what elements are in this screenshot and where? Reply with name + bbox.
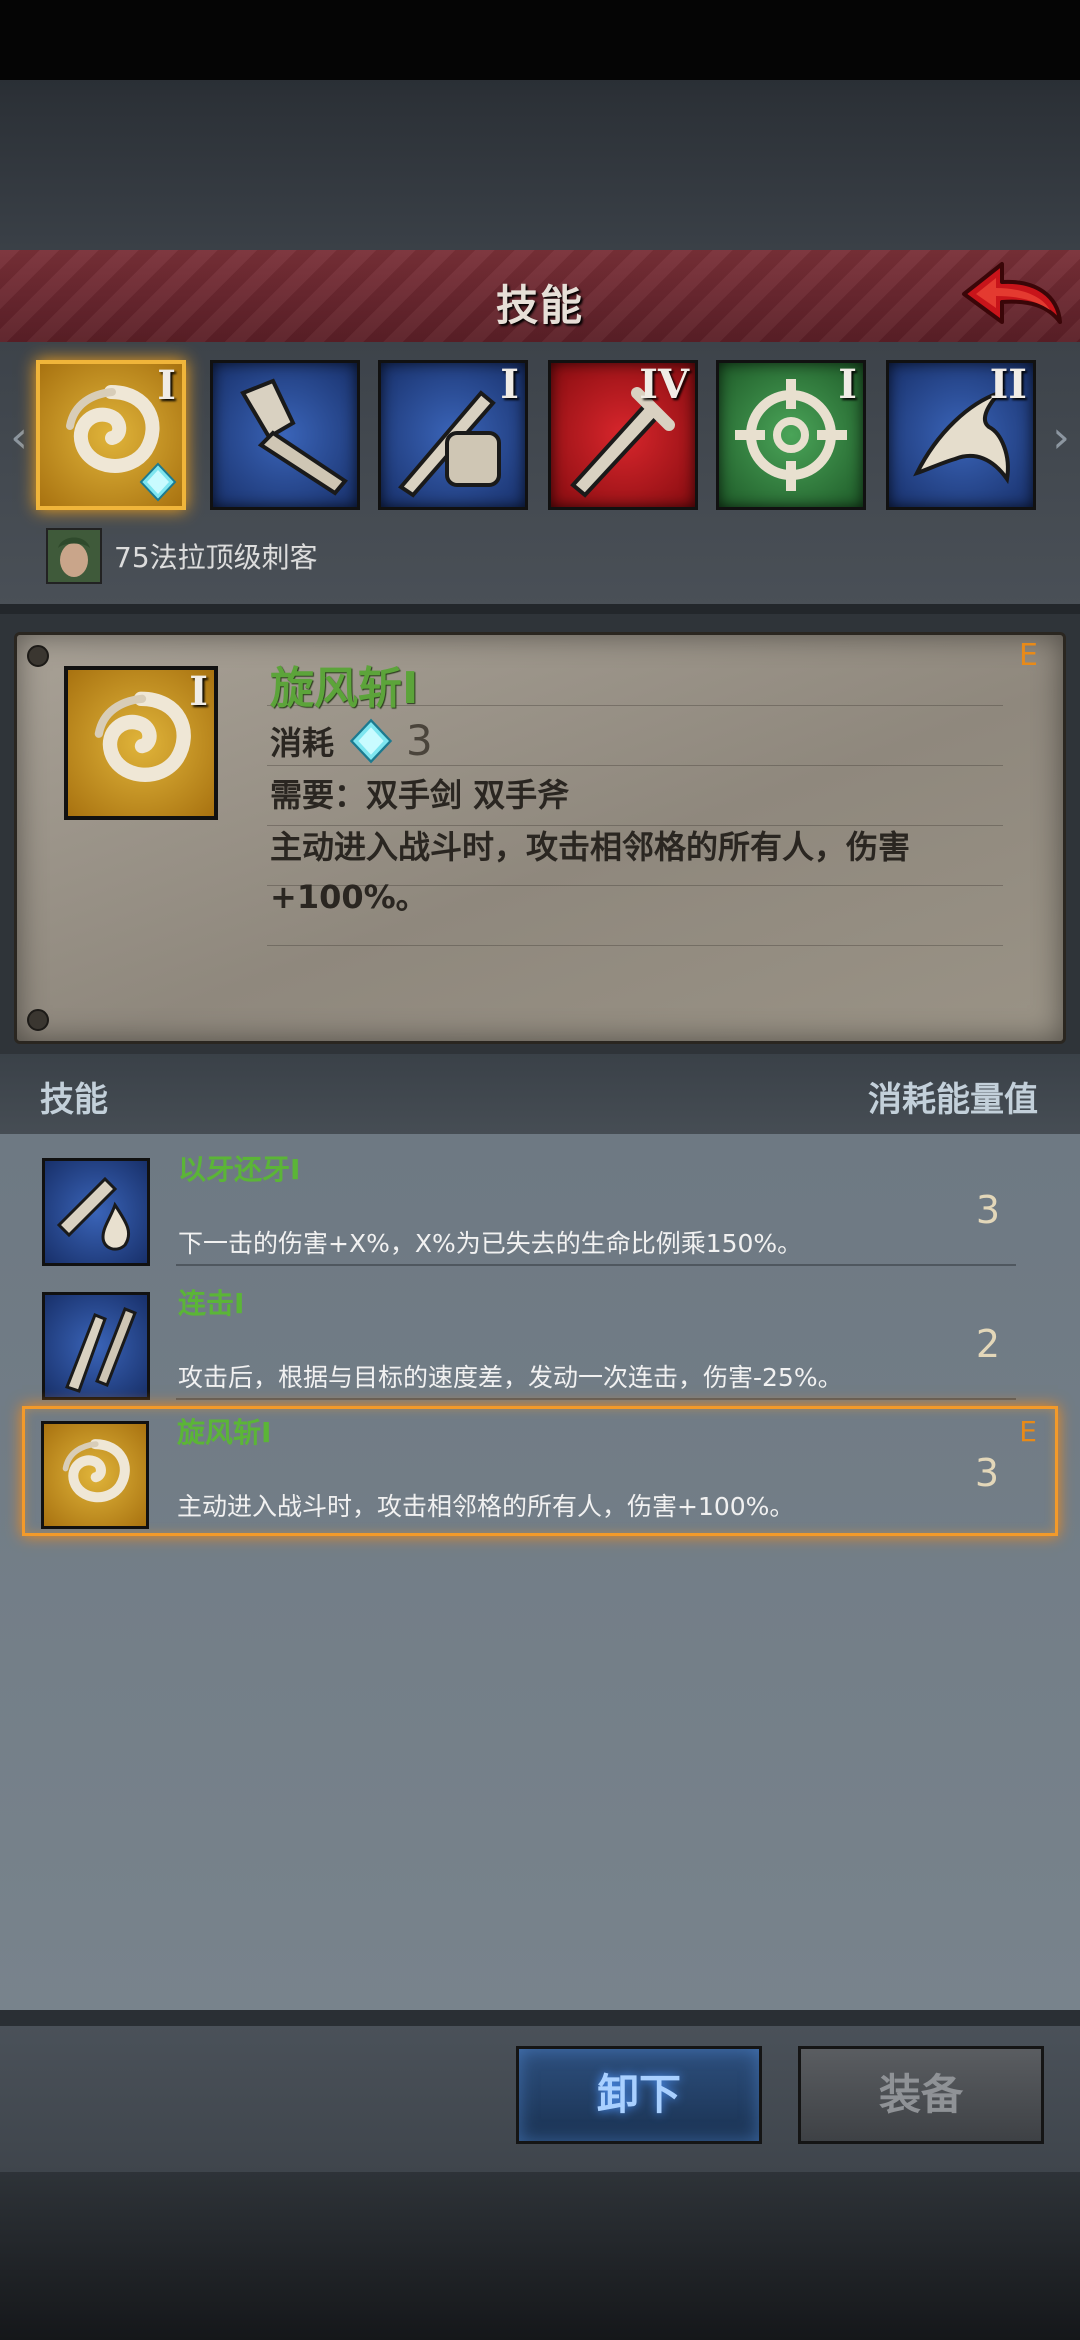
detail-skill-icon: I bbox=[64, 666, 218, 820]
slot-roman-numeral: IV bbox=[639, 361, 689, 408]
skill-owner: 75法拉顶级刺客 bbox=[46, 528, 318, 584]
divider bbox=[0, 2010, 1080, 2026]
top-backdrop bbox=[0, 80, 1080, 250]
status-bar bbox=[0, 0, 1080, 80]
skill-slot-combo[interactable]: I bbox=[378, 360, 528, 510]
list-header-energy: 消耗能量值 bbox=[868, 1080, 1038, 1120]
skill-name: 以牙还牙I bbox=[178, 1153, 301, 1186]
detail-grade-badge: E bbox=[1019, 638, 1038, 673]
whirlwind-icon bbox=[41, 1421, 149, 1529]
row-divider bbox=[176, 1264, 1016, 1266]
slot-roman-numeral: I bbox=[500, 361, 519, 408]
avatar[interactable] bbox=[46, 528, 102, 584]
skill-description: 主动进入战斗时，攻击相邻格的所有人，伤害+100%。 bbox=[177, 1492, 795, 1521]
skill-description: 攻击后，根据与目标的速度差，发动一次连击，伤害-25%。 bbox=[178, 1363, 843, 1392]
slot-roman-numeral: II bbox=[989, 361, 1027, 408]
detail-cost: 消耗 3 bbox=[270, 716, 433, 765]
skill-name: 连击I bbox=[178, 1287, 245, 1320]
skill-list-item-selected[interactable]: 旋风斩I E 主动进入战斗时，攻击相邻格的所有人，伤害+100%。 3 bbox=[22, 1406, 1058, 1536]
rivet-icon bbox=[27, 645, 49, 667]
skill-slot-sword-red[interactable]: IV bbox=[548, 360, 698, 510]
skill-list-item[interactable]: 连击I 攻击后，根据与目标的速度差，发动一次连击，伤害-25%。 2 bbox=[26, 1280, 1056, 1410]
cost-label: 消耗 bbox=[270, 723, 335, 762]
cost-value: 3 bbox=[406, 716, 433, 765]
row-divider bbox=[176, 1398, 1016, 1400]
skill-slot-bird[interactable]: II bbox=[886, 360, 1036, 510]
detail-skill-name: 旋风斩I bbox=[270, 663, 419, 714]
energy-gem-icon bbox=[139, 462, 177, 502]
skill-name: 旋风斩I bbox=[177, 1416, 272, 1449]
equip-button[interactable]: 装备 bbox=[798, 2046, 1044, 2144]
skill-list-header: 技能 消耗能量值 bbox=[0, 1054, 1080, 1134]
bottom-backdrop bbox=[0, 2172, 1080, 2340]
header-bar: 技能 bbox=[0, 250, 1080, 345]
slot-roman-numeral: I bbox=[157, 362, 176, 409]
skill-slot-tooth-for-tooth[interactable] bbox=[210, 360, 360, 510]
skill-cost: 2 bbox=[975, 1322, 1000, 1366]
arm-sword-icon bbox=[240, 378, 348, 496]
skill-description: 下一击的伤害+X%，X%为已失去的生命比例乘150%。 bbox=[178, 1229, 803, 1258]
detail-roman-numeral: I bbox=[189, 668, 208, 715]
divider bbox=[0, 604, 1080, 614]
scroll-left-icon[interactable]: ‹ bbox=[4, 408, 34, 468]
skill-slot-whirlwind[interactable]: I bbox=[36, 360, 186, 510]
detail-requirement: 需要：双手剑 双手斧 bbox=[270, 776, 570, 814]
owner-name: 75法拉顶级刺客 bbox=[114, 541, 318, 574]
page-title: 技能 bbox=[495, 281, 584, 330]
detail-description: 主动进入战斗时，攻击相邻格的所有人，伤害+100%。 bbox=[270, 828, 911, 916]
skill-grade-badge: E bbox=[1019, 1415, 1037, 1448]
skill-cost: 3 bbox=[974, 1451, 999, 1495]
unequip-button[interactable]: 卸下 bbox=[516, 2046, 762, 2144]
tooth-for-tooth-icon bbox=[42, 1158, 150, 1266]
energy-gem-icon bbox=[349, 718, 393, 763]
slot-roman-numeral: I bbox=[838, 361, 857, 408]
list-header-skill: 技能 bbox=[40, 1080, 108, 1120]
combo-icon bbox=[42, 1292, 150, 1400]
rivet-icon bbox=[27, 1009, 49, 1031]
scroll-right-icon[interactable]: › bbox=[1046, 408, 1076, 468]
skill-cost: 3 bbox=[975, 1188, 1000, 1232]
skill-slot-target[interactable]: I bbox=[716, 360, 866, 510]
skill-list-item[interactable]: 以牙还牙I 下一击的伤害+X%，X%为已失去的生命比例乘150%。 3 bbox=[26, 1146, 1056, 1276]
back-arrow-icon[interactable] bbox=[956, 256, 1066, 336]
